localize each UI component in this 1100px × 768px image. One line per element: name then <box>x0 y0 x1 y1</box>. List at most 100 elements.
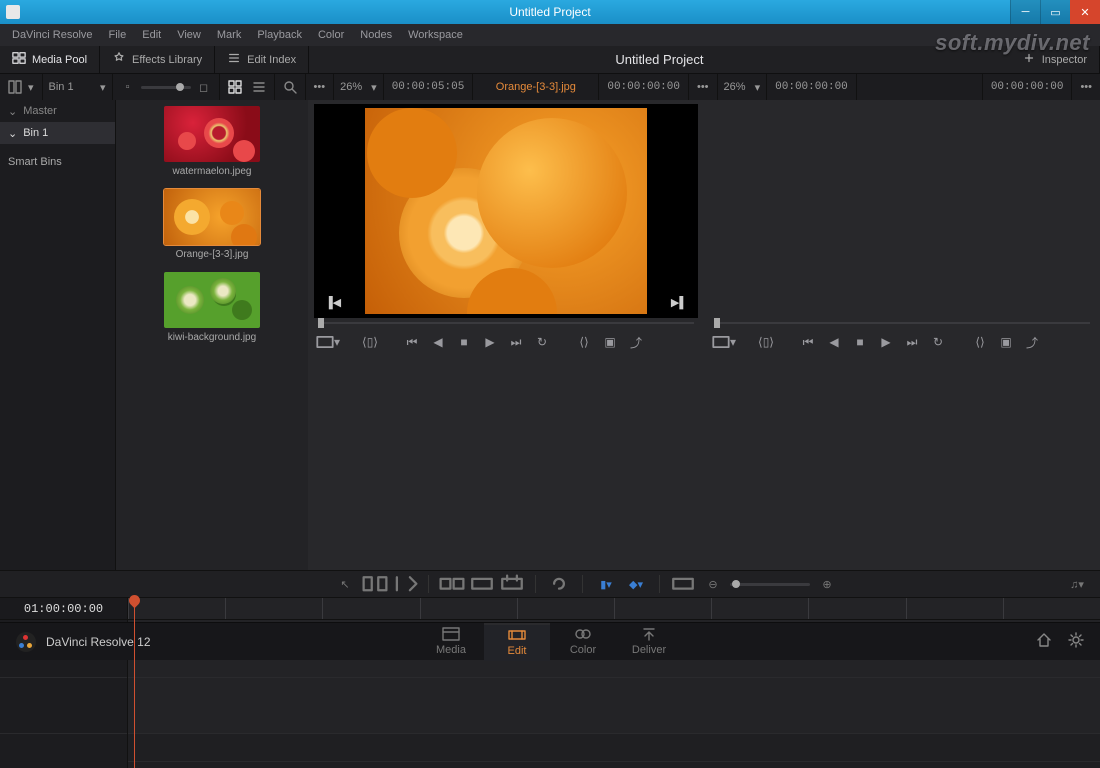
play-reverse-button[interactable]: ◀ <box>426 331 450 353</box>
page-deliver[interactable]: Deliver <box>616 623 682 661</box>
zoom-out-button[interactable]: ⊖ <box>700 573 726 595</box>
first-frame-button[interactable]: ▐◀ <box>324 294 342 310</box>
zoom-slider-thumb[interactable] <box>732 580 740 588</box>
overwrite-button[interactable]: ▣ <box>598 331 622 353</box>
next-edit-button[interactable]: ▣ <box>994 331 1018 353</box>
clip-thumbnail <box>164 189 260 245</box>
clip-item[interactable]: Orange-[3-3].jpg <box>164 189 260 260</box>
match-frame-button[interactable]: ⟨▯⟩ <box>754 331 778 353</box>
audio-options-button[interactable]: ♫▾ <box>1064 573 1090 595</box>
page-media[interactable]: Media <box>418 623 484 661</box>
menu-view[interactable]: View <box>169 29 209 41</box>
go-start-button[interactable]: ⏮ <box>796 331 820 353</box>
menu-edit[interactable]: Edit <box>134 29 169 41</box>
blade-tool[interactable] <box>392 573 418 595</box>
menu-file[interactable]: File <box>101 29 135 41</box>
selection-tool[interactable]: ↖ <box>332 573 358 595</box>
clip-item[interactable]: watermaelon.jpeg <box>164 106 260 177</box>
record-zoom-value: 26% <box>724 81 746 93</box>
source-viewer-frame[interactable]: ▐◀ ▶▌ <box>314 104 698 318</box>
go-start-button[interactable]: ⏮ <box>400 331 424 353</box>
play-button[interactable]: ▶ <box>874 331 898 353</box>
page-color[interactable]: Color <box>550 623 616 661</box>
smart-bins-label[interactable]: Smart Bins <box>0 150 115 174</box>
audio-track[interactable] <box>128 678 1100 734</box>
edit-index-toggle[interactable]: Edit Index <box>215 46 309 74</box>
search-button[interactable] <box>275 74 306 100</box>
home-icon[interactable] <box>1036 632 1052 651</box>
viewer-mode-button[interactable]: ▾ <box>712 331 736 353</box>
menu-playback[interactable]: Playback <box>249 29 310 41</box>
menu-workspace[interactable]: Workspace <box>400 29 471 41</box>
bin-bin1[interactable]: ⌄Bin 1 <box>0 122 115 144</box>
gear-icon[interactable] <box>1068 632 1084 651</box>
replace-button[interactable]: ⤴ <box>624 331 648 353</box>
overwrite-clip-button[interactable] <box>469 573 495 595</box>
media-pool-label: Media Pool <box>32 54 87 66</box>
stop-button[interactable]: ■ <box>848 331 872 353</box>
timeline-ruler[interactable] <box>128 598 1100 620</box>
menu-nodes[interactable]: Nodes <box>352 29 400 41</box>
page-edit[interactable]: Edit <box>484 623 550 661</box>
project-title: Untitled Project <box>309 52 1010 67</box>
play-reverse-button[interactable]: ◀ <box>822 331 846 353</box>
source-options[interactable]: ••• <box>689 74 718 100</box>
grid-view-icon[interactable] <box>228 80 242 94</box>
source-zoom-dropdown[interactable]: 26% ▾ <box>334 74 384 100</box>
zoom-in-button[interactable]: ⊕ <box>814 573 840 595</box>
timeline-timecode[interactable]: 01:00:00:00 <box>0 598 127 620</box>
record-options[interactable]: ••• <box>1072 74 1100 100</box>
window-app-icon <box>6 5 20 19</box>
zoom-slider[interactable] <box>730 583 810 586</box>
stop-button[interactable]: ■ <box>452 331 476 353</box>
play-button[interactable]: ▶ <box>478 331 502 353</box>
media-options-button[interactable]: ••• <box>306 74 335 100</box>
flag-button[interactable]: ▮▾ <box>593 573 619 595</box>
menu-davinci[interactable]: DaVinci Resolve <box>4 29 101 41</box>
layout-dropdown[interactable]: ▾ <box>0 74 43 100</box>
go-end-button[interactable]: ⏭ <box>504 331 528 353</box>
record-viewer-frame[interactable] <box>710 104 1094 318</box>
scrubber-head[interactable] <box>318 318 324 328</box>
scrubber-head[interactable] <box>714 318 720 328</box>
go-end-button[interactable]: ⏭ <box>900 331 924 353</box>
list-view-icon[interactable] <box>252 80 266 94</box>
match-frame-button[interactable]: ⟨▯⟩ <box>358 331 382 353</box>
viewer-mode-button[interactable]: ▾ <box>316 331 340 353</box>
thumb-size-slider[interactable]: ▫ ◻ <box>113 74 220 100</box>
replace-clip-button[interactable] <box>499 573 525 595</box>
insert-clip-button[interactable] <box>439 573 465 595</box>
slider-thumb[interactable] <box>176 83 184 91</box>
source-scrubber[interactable] <box>318 318 694 328</box>
link-button[interactable] <box>546 573 572 595</box>
effects-library-toggle[interactable]: Effects Library <box>100 46 215 74</box>
next-marker-button[interactable]: ⤴ <box>1020 331 1044 353</box>
snap-button[interactable] <box>670 573 696 595</box>
trim-tool[interactable] <box>362 573 388 595</box>
marker-button[interactable]: ◆▾ <box>623 573 649 595</box>
chevron-down-icon: ▾ <box>28 81 34 94</box>
audio-track-header[interactable] <box>0 678 127 734</box>
maximize-button[interactable]: ▭ <box>1040 0 1070 24</box>
slider-track[interactable] <box>141 86 191 89</box>
menu-mark[interactable]: Mark <box>209 29 249 41</box>
media-pool-toggle[interactable]: Media Pool <box>0 46 100 74</box>
media-pool-panel: watermaelon.jpeg Orange-[3-3].jpg kiwi-b… <box>116 100 308 570</box>
menu-color[interactable]: Color <box>310 29 352 41</box>
insert-button[interactable]: ⟨⟩ <box>572 331 596 353</box>
clip-item[interactable]: kiwi-background.jpg <box>164 272 260 343</box>
minimize-button[interactable]: ─ <box>1010 0 1040 24</box>
playhead[interactable] <box>134 598 135 768</box>
bin-selector[interactable]: Bin 1▾ <box>43 74 113 100</box>
loop-button[interactable]: ↻ <box>530 331 554 353</box>
loop-button[interactable]: ↻ <box>926 331 950 353</box>
main-toolbar: Media Pool Effects Library Edit Index Un… <box>0 46 1100 74</box>
inspector-toggle[interactable]: Inspector <box>1010 46 1100 74</box>
record-zoom-dropdown[interactable]: 26% ▾ <box>718 74 768 100</box>
record-transport: ▾ ⟨▯⟩ ⏮ ◀ ■ ▶ ⏭ ↻ ⟨⟩ ▣ ⤴ <box>704 328 1100 356</box>
bin-master[interactable]: ⌄Master <box>0 100 115 122</box>
last-frame-button[interactable]: ▶▌ <box>670 294 688 310</box>
close-button[interactable]: ✕ <box>1070 0 1100 24</box>
prev-edit-button[interactable]: ⟨⟩ <box>968 331 992 353</box>
record-scrubber[interactable] <box>714 318 1090 328</box>
